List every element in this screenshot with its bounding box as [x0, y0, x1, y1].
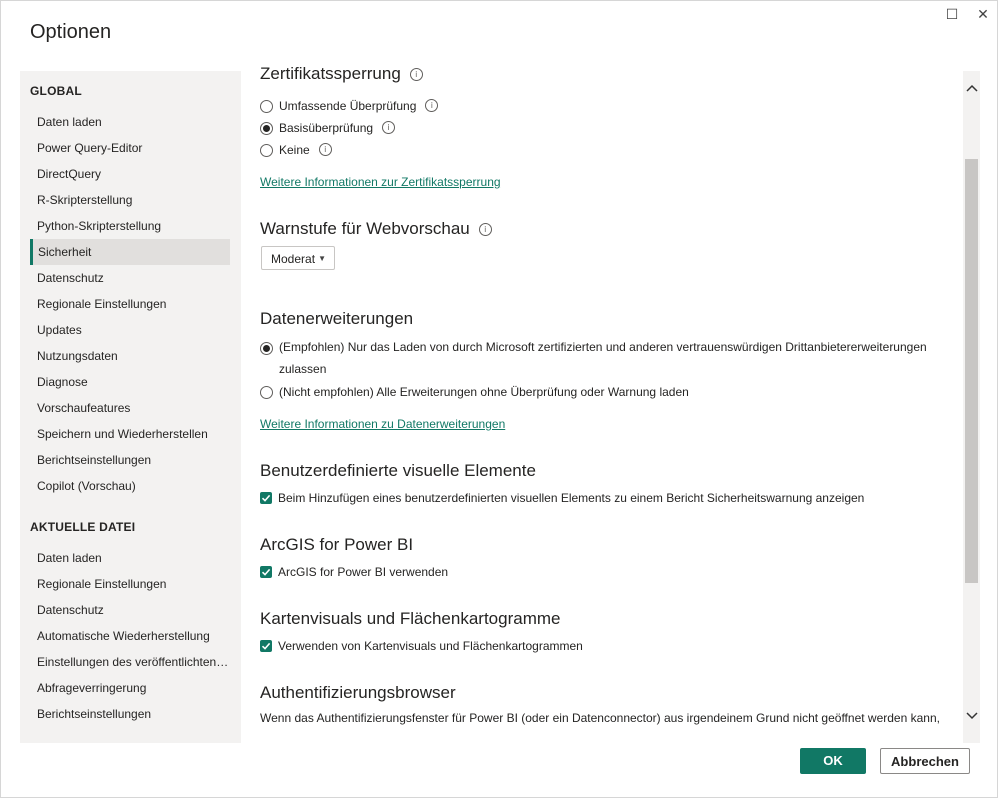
checkbox-map-visuals[interactable]: Verwenden von Kartenvisuals und Flächenk… — [260, 639, 583, 653]
link-cert-revocation-info[interactable]: Weitere Informationen zur Zertifikatsspe… — [260, 175, 501, 189]
sidebar-item-file-regionale-einstellungen[interactable]: Regionale Einstellungen — [30, 571, 230, 597]
checkbox-custom-visuals-warning[interactable]: Beim Hinzufügen eines benutzerdefinierte… — [260, 491, 864, 505]
checkbox-label: Beim Hinzufügen eines benutzerdefinierte… — [278, 491, 865, 505]
section-title-web-preview: Warnstufe für Webvorschau i — [260, 219, 492, 239]
sidebar-item-updates[interactable]: Updates — [30, 317, 230, 343]
radio-cert-basic[interactable]: Basisüberprüfung i — [260, 121, 396, 135]
dialog-title: Optionen — [30, 21, 112, 43]
cancel-button[interactable]: Abbrechen — [880, 748, 970, 774]
section-title-custom-visuals: Benutzerdefinierte visuelle Elemente — [260, 461, 536, 480]
info-icon[interactable]: i — [425, 99, 439, 112]
web-preview-title: Warnstufe für Webvorschau — [260, 219, 470, 238]
maximize-icon: ☐ — [945, 5, 959, 22]
scroll-up-icon[interactable] — [963, 83, 980, 99]
radio-button[interactable] — [260, 100, 273, 113]
sidebar-item-datenschutz[interactable]: Datenschutz — [30, 265, 230, 291]
sidebar-item-directquery[interactable]: DirectQuery — [30, 161, 230, 187]
dropdown-value: Moderat — [271, 252, 316, 266]
radio-extensions-not-recommended[interactable]: (Nicht empfohlen) Alle Erweiterungen ohn… — [260, 385, 689, 399]
section-title-data-extensions: Datenerweiterungen — [260, 309, 414, 328]
sidebar-item-file-abfrageverringerung[interactable]: Abfrageverringerung — [30, 675, 230, 701]
checkbox-checked[interactable] — [260, 640, 272, 652]
radio-cert-comprehensive[interactable]: Umfassende Überprüfung i — [260, 99, 439, 113]
scroll-down-icon[interactable] — [963, 711, 980, 727]
radio-button-selected[interactable] — [260, 122, 273, 135]
sidebar-item-file-veroeffentlichter-bericht[interactable]: Einstellungen des veröffentlichten Beric… — [30, 649, 230, 675]
radio-button[interactable] — [260, 144, 273, 157]
sidebar-item-regionale-einstellungen[interactable]: Regionale Einstellungen — [30, 291, 230, 317]
checkbox-checked[interactable] — [260, 566, 272, 578]
info-icon[interactable]: i — [318, 143, 332, 156]
info-icon[interactable]: i — [382, 121, 396, 134]
radio-label-multiline: (Empfohlen) Nur das Laden von durch Micr… — [279, 336, 927, 380]
ok-button[interactable]: OK — [800, 748, 866, 774]
checkbox-checked[interactable] — [260, 492, 272, 504]
info-icon[interactable]: i — [409, 68, 423, 82]
sidebar-item-daten-laden[interactable]: Daten laden — [30, 109, 230, 135]
radio-label-line2: zulassen — [279, 362, 327, 376]
sidebar-item-vorschaufeatures[interactable]: Vorschaufeatures — [30, 395, 230, 421]
sidebar-item-power-query-editor[interactable]: Power Query-Editor — [30, 135, 230, 161]
info-icon[interactable]: i — [478, 223, 492, 237]
cert-revocation-title: Zertifikatssperrung — [260, 67, 401, 83]
sidebar-item-file-automatische-wiederherstellung[interactable]: Automatische Wiederherstellung — [30, 623, 230, 649]
sidebar-item-r-skripterstellung[interactable]: R-Skripterstellung — [30, 187, 230, 213]
radio-extensions-recommended[interactable]: (Empfohlen) Nur das Laden von durch Micr… — [260, 340, 927, 380]
maximize-button[interactable]: ☐ — [938, 5, 966, 23]
sidebar-item-file-daten-laden[interactable]: Daten laden — [30, 545, 230, 571]
auth-browser-text-line1: Wenn das Authentifizierungsfenster für P… — [260, 711, 940, 725]
sidebar-item-nutzungsdaten[interactable]: Nutzungsdaten — [30, 343, 230, 369]
sidebar-heading-current-file: AKTUELLE DATEI — [30, 520, 136, 534]
auth-browser-description: Wenn das Authentifizierungsfenster für P… — [260, 707, 960, 729]
radio-button[interactable] — [260, 386, 273, 399]
radio-label-line1: (Empfohlen) Nur das Laden von durch Micr… — [279, 340, 927, 354]
checkbox-label: Verwenden von Kartenvisuals und Flächenk… — [278, 639, 583, 653]
chevron-down-icon: ▼ — [318, 254, 326, 263]
sidebar-heading-global: GLOBAL — [30, 84, 82, 98]
radio-label: Keine — [279, 143, 310, 157]
checkbox-arcgis[interactable]: ArcGIS for Power BI verwenden — [260, 565, 448, 579]
link-data-extensions-info[interactable]: Weitere Informationen zu Datenerweiterun… — [260, 417, 505, 431]
sidebar-item-sicherheit[interactable]: Sicherheit — [30, 239, 230, 265]
options-dialog: ☐ ✕ Optionen GLOBAL Daten laden Power Qu… — [0, 0, 998, 798]
close-button[interactable]: ✕ — [969, 5, 997, 23]
content-pane[interactable]: Zertifikatssperrung i Umfassende Überprüf… — [241, 67, 963, 743]
radio-cert-none[interactable]: Keine i — [260, 143, 332, 157]
sidebar-item-python-skripterstellung[interactable]: Python-Skripterstellung — [30, 213, 230, 239]
sidebar-item-speichern-wiederherstellen[interactable]: Speichern und Wiederherstellen — [30, 421, 230, 447]
section-title-map-visuals: Kartenvisuals und Flächenkartogramme — [260, 609, 561, 628]
radio-button-selected[interactable] — [260, 342, 273, 355]
radio-label: (Nicht empfohlen) Alle Erweiterungen ohn… — [279, 385, 689, 399]
scroll-thumb[interactable] — [965, 159, 978, 583]
radio-label: Umfassende Überprüfung — [279, 99, 417, 113]
sidebar-item-copilot[interactable]: Copilot (Vorschau) — [30, 473, 230, 499]
sidebar-item-diagnose[interactable]: Diagnose — [30, 369, 230, 395]
section-title-cert-revocation: Zertifikatssperrung i — [260, 67, 423, 84]
section-title-auth-browser: Authentifizierungsbrowser — [260, 683, 456, 702]
sidebar-item-file-datenschutz[interactable]: Datenschutz — [30, 597, 230, 623]
web-preview-dropdown[interactable]: Moderat ▼ — [261, 246, 335, 270]
content-scrollbar[interactable] — [963, 71, 980, 743]
sidebar-item-file-berichtseinstellungen[interactable]: Berichtseinstellungen — [30, 701, 230, 727]
sidebar: GLOBAL Daten laden Power Query-Editor Di… — [20, 71, 241, 743]
sidebar-item-berichtseinstellungen[interactable]: Berichtseinstellungen — [30, 447, 230, 473]
checkbox-label: ArcGIS for Power BI verwenden — [278, 565, 449, 579]
radio-label: Basisüberprüfung — [279, 121, 374, 135]
section-title-arcgis: ArcGIS for Power BI — [260, 535, 414, 554]
close-icon: ✕ — [977, 5, 989, 22]
